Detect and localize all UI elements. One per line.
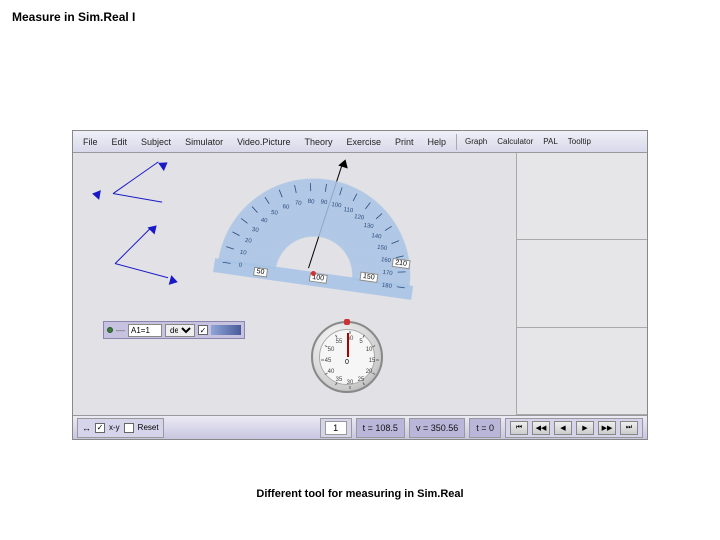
svg-text:180: 180	[381, 283, 392, 290]
menu-tooltip[interactable]: Tooltip	[564, 135, 595, 148]
menu-video-picture[interactable]: Video.Picture	[231, 135, 296, 149]
frame-input[interactable]	[325, 421, 347, 435]
speed-readout: v = 350.56	[409, 418, 465, 438]
stopwatch-crown-icon	[344, 319, 350, 325]
svg-text:10: 10	[239, 250, 247, 257]
side-panel-bottom[interactable]	[517, 328, 647, 415]
vector-line	[115, 228, 151, 264]
vector-line	[113, 193, 162, 203]
side-panel-top[interactable]	[517, 153, 647, 240]
svg-text:55: 55	[336, 339, 343, 345]
svg-text:5: 5	[359, 339, 363, 345]
menu-pal[interactable]: PAL	[539, 135, 562, 148]
record-dot-icon[interactable]	[107, 327, 113, 333]
vector-line	[115, 263, 168, 278]
svg-text:40: 40	[260, 218, 268, 225]
menubar: File Edit Subject Simulator Video.Pictur…	[73, 131, 647, 153]
bottom-toolbar: ↔ ✓ x-y Reset t = 108.5 v = 350.56 t = 0…	[73, 415, 647, 439]
reset-checkbox[interactable]	[124, 423, 134, 433]
protractor-reading: 50	[253, 267, 268, 278]
side-panel-mid[interactable]	[517, 240, 647, 327]
menu-simulator[interactable]: Simulator	[179, 135, 229, 149]
step-back-button[interactable]: ◀◀	[532, 421, 550, 435]
time2-readout: t = 0	[469, 418, 501, 438]
rewind-button[interactable]: ⏮	[510, 421, 528, 435]
menu-help[interactable]: Help	[422, 135, 453, 149]
unit-select[interactable]: deg	[165, 324, 195, 337]
svg-text:25: 25	[358, 377, 365, 383]
menu-print[interactable]: Print	[389, 135, 420, 149]
clock-center-label: 0	[345, 359, 349, 366]
svg-text:140: 140	[371, 233, 382, 240]
menu-edit[interactable]: Edit	[106, 135, 134, 149]
end-button[interactable]: ⏭	[620, 421, 638, 435]
vector-arrow-icon	[147, 222, 160, 235]
vector-arrow-icon	[169, 275, 179, 287]
menu-exercise[interactable]: Exercise	[340, 135, 387, 149]
svg-text:130: 130	[363, 223, 374, 230]
svg-text:60: 60	[282, 204, 290, 211]
svg-text:50: 50	[328, 347, 335, 353]
svg-text:110: 110	[343, 207, 354, 214]
xy-label: x-y	[109, 423, 120, 432]
slide-title: Measure in Sim.Real I	[12, 10, 135, 24]
playback-controls: ⏮ ◀◀ ◀ ▶ ▶▶ ⏭	[505, 418, 643, 438]
svg-text:90: 90	[320, 199, 328, 206]
svg-text:15: 15	[369, 358, 376, 364]
svg-text:20: 20	[366, 369, 373, 375]
stopwatch-tool[interactable]: 60510152025303540455055 0	[311, 321, 383, 393]
svg-text:45: 45	[325, 358, 332, 364]
measure-checkbox[interactable]: ✓	[198, 325, 208, 335]
svg-text:30: 30	[347, 380, 354, 386]
angle-value-input[interactable]	[128, 324, 162, 337]
play-button[interactable]: ▶	[576, 421, 594, 435]
time-readout: t = 108.5	[356, 418, 405, 438]
protractor-tool[interactable]: 0102030405060708090100110120130140150160…	[214, 162, 427, 294]
measure-toolbar[interactable]: — deg ✓	[103, 321, 245, 339]
xy-checkbox[interactable]: ✓	[95, 423, 105, 433]
menu-theory[interactable]: Theory	[298, 135, 338, 149]
reset-label: Reset	[138, 423, 159, 432]
menu-file[interactable]: File	[77, 135, 104, 149]
frame-panel	[320, 418, 352, 438]
svg-text:120: 120	[354, 214, 365, 221]
simreal-window: File Edit Subject Simulator Video.Pictur…	[72, 130, 648, 440]
color-swatch[interactable]	[211, 325, 241, 335]
svg-text:150: 150	[377, 245, 388, 252]
menu-calculator[interactable]: Calculator	[493, 135, 537, 148]
menu-graph[interactable]: Graph	[461, 135, 491, 148]
play-back-button[interactable]: ◀	[554, 421, 572, 435]
svg-text:70: 70	[294, 200, 302, 207]
vector-arrow-icon	[91, 189, 101, 200]
vector-line	[113, 161, 159, 193]
svg-text:30: 30	[252, 227, 260, 234]
slide-caption: Different tool for measuring in Sim.Real	[0, 488, 720, 500]
svg-text:80: 80	[307, 199, 315, 206]
clock-hand-icon	[347, 333, 349, 357]
svg-text:40: 40	[328, 369, 335, 375]
svg-text:160: 160	[381, 257, 392, 264]
svg-text:50: 50	[271, 210, 279, 217]
side-panels	[517, 153, 647, 415]
svg-text:20: 20	[244, 238, 252, 245]
vector-arrow-icon	[158, 158, 170, 171]
workspace: 0102030405060708090100110120130140150160…	[73, 153, 647, 415]
simulation-canvas[interactable]: 0102030405060708090100110120130140150160…	[73, 153, 517, 415]
svg-text:170: 170	[382, 270, 393, 277]
menu-separator	[456, 134, 457, 150]
svg-text:0: 0	[238, 263, 243, 269]
svg-text:35: 35	[336, 377, 343, 383]
step-fwd-button[interactable]: ▶▶	[598, 421, 616, 435]
svg-text:100: 100	[331, 202, 342, 209]
svg-text:10: 10	[366, 347, 373, 353]
menu-subject[interactable]: Subject	[135, 135, 177, 149]
xy-reset-panel: ↔ ✓ x-y Reset	[77, 418, 164, 438]
